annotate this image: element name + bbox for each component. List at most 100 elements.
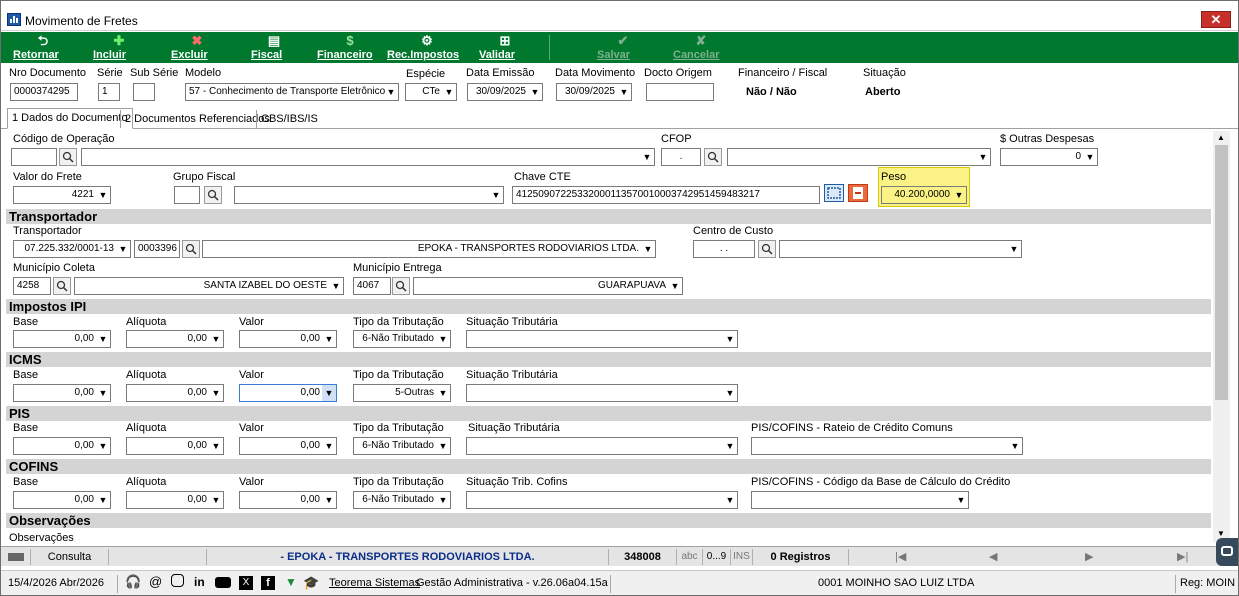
side-panel-tab[interactable] bbox=[1216, 538, 1238, 566]
icms-situacao-select[interactable]: ▼ bbox=[466, 384, 738, 402]
document-icon: ▤ bbox=[267, 33, 281, 48]
cfop-field[interactable]: . bbox=[661, 148, 701, 166]
municipio-entrega-code[interactable]: 4067 bbox=[353, 277, 391, 295]
cofins-situacao-select[interactable]: ▼ bbox=[466, 491, 738, 509]
cancelar-button[interactable]: ✘ Cancelar bbox=[673, 32, 729, 63]
grupo-fiscal-field[interactable] bbox=[174, 186, 200, 204]
municipio-coleta-code[interactable]: 4258 bbox=[13, 277, 51, 295]
tab-bar: 1 Dados do Documento 2 Documentos Refere… bbox=[1, 108, 1238, 129]
x-icon[interactable]: X bbox=[239, 576, 253, 590]
cofins-tipo-select[interactable]: 6-Não Tributado ▼ bbox=[353, 491, 451, 509]
salvar-button[interactable]: ✔ Salvar bbox=[597, 32, 649, 63]
close-button[interactable]: ✕ bbox=[1201, 11, 1231, 28]
cfop-select[interactable]: ▼ bbox=[727, 148, 991, 166]
transportador-code-field[interactable]: 0003396 bbox=[134, 240, 180, 258]
valor-frete-field[interactable]: 4221 ▼ bbox=[13, 186, 111, 204]
grupo-fiscal-select[interactable]: ▼ bbox=[234, 186, 504, 204]
chave-cte-field[interactable]: 4125090722533200011357001000374295145948… bbox=[512, 186, 820, 204]
chevron-down-icon: ▼ bbox=[1085, 152, 1095, 162]
scrollbar-thumb[interactable] bbox=[1215, 145, 1228, 400]
municipio-coleta-select[interactable]: SANTA IZABEL DO OESTE ▼ bbox=[74, 277, 344, 295]
footer-bar: 15/4/2026 Abr/2026 🎧 @ in X f ▼ 🎓 Teorem… bbox=[1, 570, 1238, 595]
next-record-icon[interactable]: ▶ bbox=[1085, 549, 1093, 565]
first-record-icon[interactable]: |◀ bbox=[895, 549, 906, 565]
incluir-button[interactable]: ✚ Incluir bbox=[93, 32, 145, 63]
municipio-entrega-select[interactable]: GUARAPUAVA ▼ bbox=[413, 277, 683, 295]
ipi-situacao-select[interactable]: ▼ bbox=[466, 330, 738, 348]
docto-origem-field[interactable] bbox=[646, 83, 714, 101]
pis-base-field[interactable]: 0,00 ▼ bbox=[13, 437, 111, 455]
pdf-icon[interactable] bbox=[848, 184, 868, 202]
youtube-icon[interactable] bbox=[215, 577, 231, 588]
prev-record-icon[interactable]: ◀ bbox=[989, 549, 997, 565]
serie-field[interactable]: 1 bbox=[98, 83, 120, 101]
search-icon[interactable] bbox=[392, 277, 410, 295]
transportador-cnpj-field[interactable]: 07.225.332/0001-13 ▼ bbox=[13, 240, 131, 258]
peso-field[interactable]: 40.200,0000 ▼ bbox=[881, 186, 967, 204]
outras-despesas-field[interactable]: 0 ▼ bbox=[1000, 148, 1098, 166]
pis-rateio-select[interactable]: ▼ bbox=[751, 437, 1023, 455]
centro-custo-field[interactable]: . . bbox=[693, 240, 755, 258]
rec-impostos-button[interactable]: ⚙ Rec.Impostos bbox=[387, 32, 467, 63]
ipi-base-field[interactable]: 0,00 ▼ bbox=[13, 330, 111, 348]
excluir-button[interactable]: ✖ Excluir bbox=[171, 32, 223, 63]
fiscal-button[interactable]: ▤ Fiscal bbox=[251, 32, 297, 63]
pis-aliquota-field[interactable]: 0,00 ▼ bbox=[126, 437, 224, 455]
search-icon[interactable] bbox=[204, 186, 222, 204]
search-icon[interactable] bbox=[182, 240, 200, 258]
pis-situacao-select[interactable]: ▼ bbox=[466, 437, 738, 455]
email-icon[interactable]: @ bbox=[149, 574, 162, 589]
codigo-operacao-select[interactable]: ▼ bbox=[81, 148, 655, 166]
financeiro-button[interactable]: $ Financeiro bbox=[317, 32, 383, 63]
centro-custo-select[interactable]: ▼ bbox=[779, 240, 1022, 258]
search-icon[interactable] bbox=[704, 148, 722, 166]
transportador-name-select[interactable]: EPOKA - TRANSPORTES RODOVIARIOS LTDA. ▼ bbox=[202, 240, 656, 258]
observacoes-label: Observações bbox=[9, 532, 74, 544]
headset-icon[interactable]: 🎧 bbox=[125, 574, 141, 590]
pis-valor-field[interactable]: 0,00 ▼ bbox=[239, 437, 337, 455]
ipi-aliquota-field[interactable]: 0,00 ▼ bbox=[126, 330, 224, 348]
title-bar: Movimento de Fretes ✕ bbox=[1, 1, 1238, 31]
ipi-tipo-select[interactable]: 6-Não Tributado ▼ bbox=[353, 330, 451, 348]
vertical-scrollbar[interactable]: ▲ ▼ bbox=[1213, 131, 1230, 542]
icms-aliquota-field[interactable]: 0,00 ▼ bbox=[126, 384, 224, 402]
search-icon[interactable] bbox=[53, 277, 71, 295]
brand-link[interactable]: Teorema Sistemas bbox=[329, 577, 420, 589]
scroll-down-icon[interactable]: ▼ bbox=[1217, 529, 1225, 538]
cofins-codigo-base-select[interactable]: ▼ bbox=[751, 491, 969, 509]
cofins-valor-field[interactable]: 0,00 ▼ bbox=[239, 491, 337, 509]
especie-select[interactable]: CTe ▼ bbox=[405, 83, 457, 101]
scroll-up-icon[interactable]: ▲ bbox=[1217, 133, 1225, 142]
cofins-aliquota-field[interactable]: 0,00 ▼ bbox=[126, 491, 224, 509]
ipi-tipo-label: Tipo da Tributação bbox=[353, 316, 444, 328]
icms-tipo-select[interactable]: 5-Outras ▼ bbox=[353, 384, 451, 402]
tab-cbs-ibs-is[interactable]: CBS/IBS/IS bbox=[256, 110, 322, 128]
data-emissao-field[interactable]: 30/09/2025 ▼ bbox=[467, 83, 543, 101]
tab-documentos-referenciados[interactable]: 2 Documentos Referenciados bbox=[120, 110, 274, 128]
linkedin-icon[interactable]: in bbox=[194, 575, 205, 589]
validar-button[interactable]: ⊞ Validar bbox=[479, 32, 531, 63]
last-record-icon[interactable]: ▶| bbox=[1177, 549, 1188, 565]
school-icon[interactable]: 🎓 bbox=[303, 575, 319, 591]
codigo-operacao-field[interactable] bbox=[11, 148, 57, 166]
chevron-down-icon: ▼ bbox=[324, 334, 334, 344]
chevron-down-icon: ▼ bbox=[211, 334, 221, 344]
instagram-icon[interactable] bbox=[171, 574, 184, 587]
retornar-button[interactable]: ⮌ Retornar bbox=[13, 32, 73, 63]
pis-tipo-select[interactable]: 6-Não Tributado ▼ bbox=[353, 437, 451, 455]
nro-documento-field[interactable]: 0000374295 bbox=[10, 83, 78, 101]
search-icon[interactable] bbox=[59, 148, 77, 166]
facebook-icon[interactable]: f bbox=[261, 576, 275, 590]
modelo-select[interactable]: 57 - Conhecimento de Transporte Eletrôni… bbox=[185, 83, 399, 101]
search-icon[interactable] bbox=[758, 240, 776, 258]
ipi-valor-field[interactable]: 0,00 ▼ bbox=[239, 330, 337, 348]
tab-dados-documento[interactable]: 1 Dados do Documento bbox=[7, 108, 133, 129]
sub-serie-field[interactable] bbox=[133, 83, 155, 101]
icms-valor-field[interactable]: 0,00 ▼ bbox=[239, 384, 337, 402]
data-movimento-field[interactable]: 30/09/2025 ▼ bbox=[556, 83, 632, 101]
return-icon: ⮌ bbox=[37, 33, 49, 48]
cofins-base-field[interactable]: 0,00 ▼ bbox=[13, 491, 111, 509]
barcode-icon[interactable] bbox=[824, 184, 844, 202]
chevron-down-icon: ▼ bbox=[438, 388, 448, 398]
icms-base-field[interactable]: 0,00 ▼ bbox=[13, 384, 111, 402]
